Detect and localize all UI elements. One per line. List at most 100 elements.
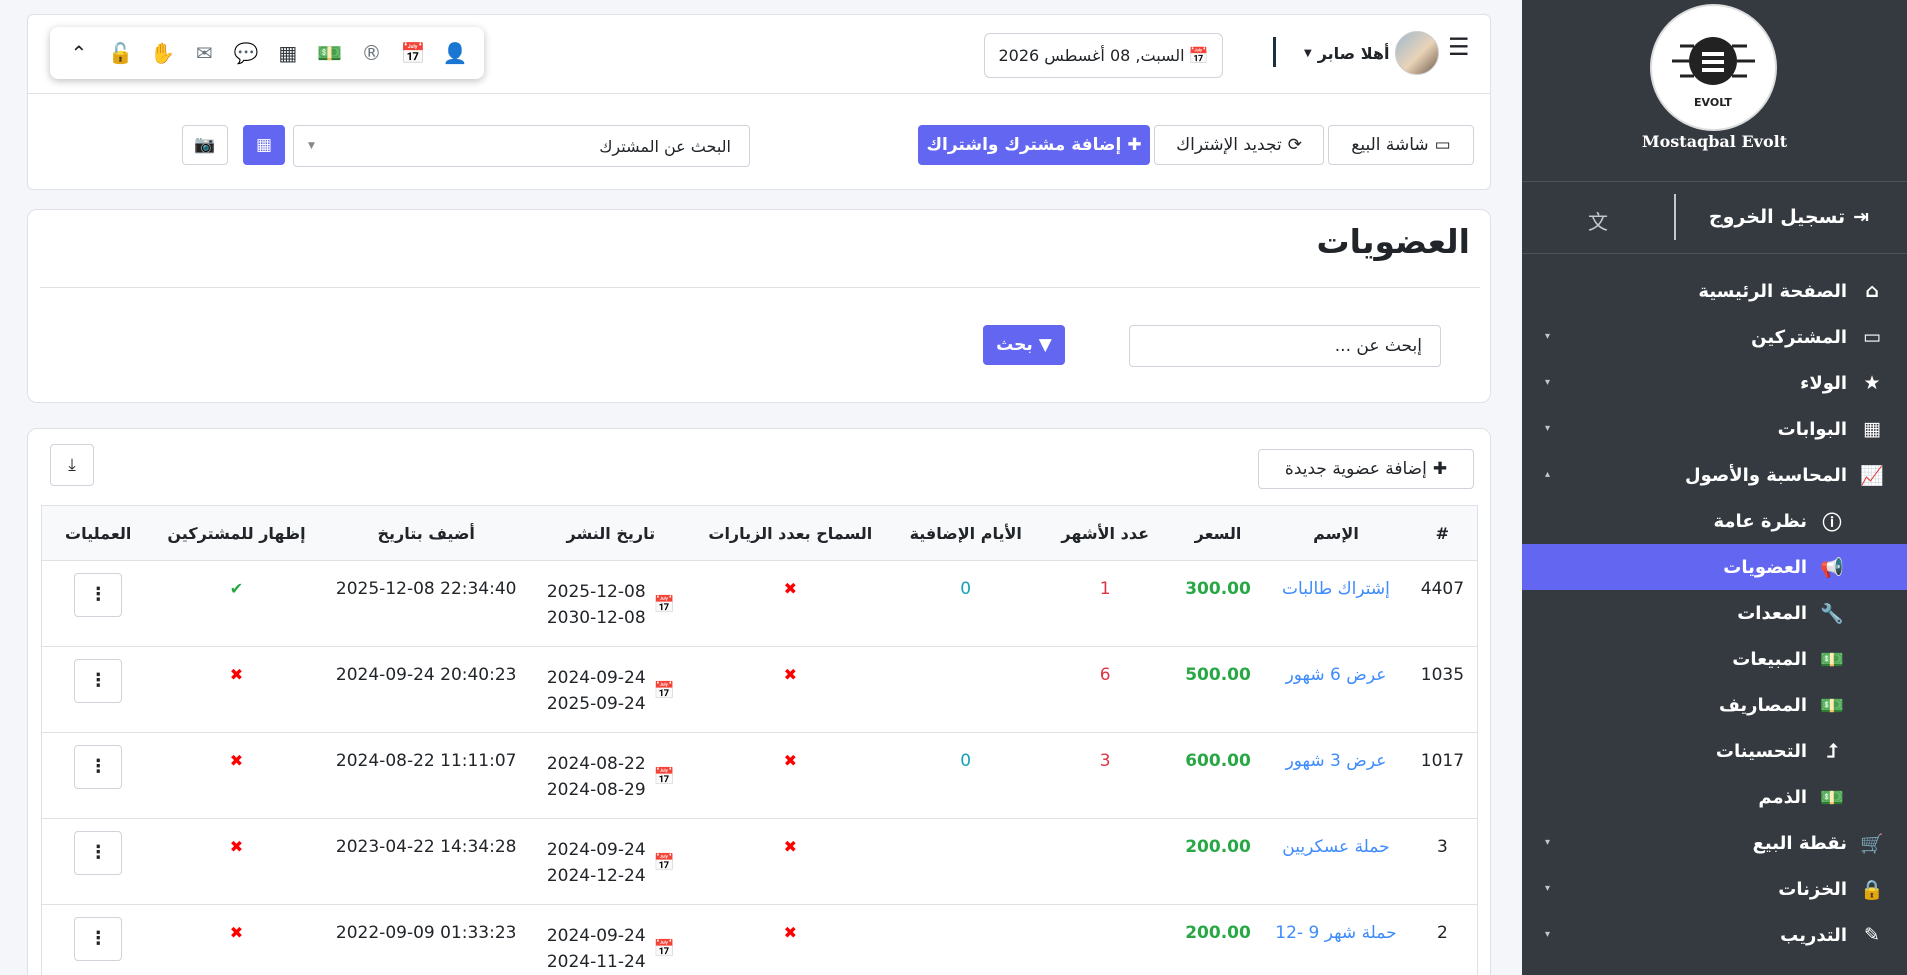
times-icon: ✖ xyxy=(229,923,244,942)
star-icon: ★ xyxy=(1863,372,1881,394)
sidebar-item[interactable]: ⓘ نظرة عامة xyxy=(1522,498,1907,544)
pos-screen-button[interactable]: ▭ شاشة البيع xyxy=(1328,125,1474,165)
sidebar-nav: ⌂ الصفحة الرئيسية ▭ المشتركين ▾ ★ الولاء ▾ ▦ البو… xyxy=(1522,268,1907,958)
membership-name-link[interactable]: عرض 6 شهور xyxy=(1286,665,1387,685)
sidebar-item-label: الذمم xyxy=(1758,786,1807,808)
cell-extra-days: 0 xyxy=(892,560,1039,647)
add-membership-button[interactable]: ✚ إضافة عضوية جديدة xyxy=(1258,449,1474,489)
cell-show: ✔ xyxy=(154,560,319,647)
row-actions-button[interactable]: ⋮ xyxy=(74,745,123,789)
table-row: 1035 عرض 6 شهور 500.00 6 ✖ 📅 2024-09-24 2025-09… xyxy=(41,646,1478,733)
cell-added-at: 2024-08-22 11:11:07 xyxy=(318,732,534,819)
sidebar-item[interactable]: ⮥ التحسينات xyxy=(1522,728,1907,774)
publish-start: 2024-08-22 xyxy=(546,754,646,774)
chevron-up-icon[interactable]: ⌃ xyxy=(64,41,94,65)
camera-button[interactable]: 📷 xyxy=(182,125,228,165)
cell-visits: ✖ xyxy=(687,818,893,905)
brand-logo[interactable]: EVOLT xyxy=(1650,4,1777,131)
caret-icon: ▾ xyxy=(1545,883,1551,894)
cell-id: 1017 xyxy=(1407,732,1478,819)
search-button[interactable]: ▼ بحث xyxy=(983,325,1065,365)
qrcode-icon[interactable]: ▦ xyxy=(273,41,303,65)
qrcode-icon: ▦ xyxy=(255,135,273,155)
sidebar-item[interactable]: 💵 المصاريف xyxy=(1522,682,1907,728)
times-icon: ✖ xyxy=(783,579,798,598)
qr-scan-button[interactable]: ▦ xyxy=(243,125,285,165)
money-icon: 💵 xyxy=(1820,786,1844,809)
money-bill-icon[interactable]: 💵 xyxy=(315,41,345,65)
cell-price: 500.00 xyxy=(1171,646,1265,733)
sidebar-item-label: الخزنات xyxy=(1778,878,1847,900)
envelope-icon[interactable]: ✉ xyxy=(189,41,219,65)
sidebar-item[interactable]: 📈 المحاسبة والأصول ▴ xyxy=(1522,452,1907,498)
page-title: العضويات xyxy=(1316,222,1470,261)
sidebar-item[interactable]: 💵 الذمم xyxy=(1522,774,1907,820)
row-actions-button[interactable]: ⋮ xyxy=(74,831,123,875)
memberships-table: # الإسم السعر عدد الأشهر الأيام الإضافية… xyxy=(41,505,1478,975)
sidebar-item[interactable]: 🔧 المعدات xyxy=(1522,590,1907,636)
sidebar-item[interactable]: ★ الولاء ▾ xyxy=(1522,360,1907,406)
cell-visits: ✖ xyxy=(687,560,893,647)
sidebar-item-label: المصاريف xyxy=(1718,694,1807,716)
renew-subscription-button[interactable]: ⟳ تجديد الإشتراك xyxy=(1154,125,1324,165)
subscriber-search-placeholder: البحث عن المشترك xyxy=(599,136,731,156)
publish-end: 2024-11-24 xyxy=(546,952,646,972)
add-subscriber-button[interactable]: ✚ إضافة مشترك واشتراك xyxy=(918,125,1150,165)
memberships-card: ✚ إضافة عضوية جديدة ⤓ # الإسم السعر عدد … xyxy=(27,428,1491,975)
sidebar-item[interactable]: 📢 العضويات xyxy=(1522,544,1907,590)
user-plus-icon[interactable]: 👤 xyxy=(440,41,470,65)
hand-icon[interactable]: ✋ xyxy=(147,41,177,65)
cell-name: حملة شهر 9 -12 xyxy=(1264,904,1408,975)
sign-out-icon: ⇥ xyxy=(1853,206,1869,228)
membership-name-link[interactable]: حملة عسكريين xyxy=(1282,837,1389,857)
caret-icon: ▾ xyxy=(1545,929,1551,940)
calendar-icon[interactable]: 📅 xyxy=(398,41,428,65)
registered-icon[interactable]: ® xyxy=(356,41,386,65)
membership-name-link[interactable]: عرض 3 شهور xyxy=(1286,751,1387,771)
cell-ops: ⋮ xyxy=(41,560,155,647)
header-visits: السماح بعدد الزيارات xyxy=(687,505,893,561)
search-input[interactable] xyxy=(1129,325,1441,367)
cell-show: ✖ xyxy=(154,646,319,733)
logout-link[interactable]: ⇥ تسجيل الخروج xyxy=(1709,206,1869,228)
publish-end: 2024-08-29 xyxy=(546,780,646,800)
row-actions-button[interactable]: ⋮ xyxy=(74,917,123,961)
plus-icon: ✚ xyxy=(1127,135,1142,155)
publish-dates: 2024-09-24 2025-09-24 xyxy=(547,665,646,717)
sidebar-item-label: المبيعات xyxy=(1732,648,1807,670)
cell-show: ✖ xyxy=(154,904,319,975)
plus-icon: ✚ xyxy=(1432,459,1448,479)
sidebar-item[interactable]: ▭ المشتركين ▾ xyxy=(1522,314,1907,360)
unlock-icon[interactable]: 🔓 xyxy=(106,41,136,65)
sidebar-item[interactable]: ⌂ الصفحة الرئيسية xyxy=(1522,268,1907,314)
logout-separator xyxy=(1674,194,1676,240)
sidebar-item[interactable]: ✎ التدريب ▾ xyxy=(1522,912,1907,958)
membership-name-link[interactable]: إشتراك طالبات xyxy=(1282,579,1390,599)
sidebar-item[interactable]: 🔒 الخزنات ▾ xyxy=(1522,866,1907,912)
info-icon: ⓘ xyxy=(1822,511,1842,534)
publish-end: 2025-09-24 xyxy=(546,694,646,714)
cell-show: ✖ xyxy=(154,818,319,905)
cell-ops: ⋮ xyxy=(41,904,155,975)
money-icon: 💵 xyxy=(1820,648,1844,671)
row-actions-button[interactable]: ⋮ xyxy=(74,573,123,617)
cell-ops: ⋮ xyxy=(41,646,155,733)
header-name: الإسم xyxy=(1264,505,1408,561)
laptop-icon: ▭ xyxy=(1434,135,1451,155)
sidebar-item[interactable]: 💵 المبيعات xyxy=(1522,636,1907,682)
cell-price: 300.00 xyxy=(1171,560,1265,647)
subscriber-search-select[interactable]: البحث عن المشترك ▼ xyxy=(293,125,750,167)
menu-toggle-icon[interactable]: ☰ xyxy=(1448,33,1470,61)
comment-icon[interactable]: 💬 xyxy=(231,41,261,65)
language-icon[interactable]: 文 xyxy=(1588,206,1608,235)
table-row: 1017 عرض 3 شهور 600.00 3 0 ✖ 📅 2024-08-22 2024-0… xyxy=(41,732,1478,819)
row-actions-button[interactable]: ⋮ xyxy=(74,659,123,703)
sidebar-item[interactable]: 🛒 نقطة البيع ▾ xyxy=(1522,820,1907,866)
added-at: 2024-09-24 20:40:23 xyxy=(335,665,517,685)
download-button[interactable]: ⤓ xyxy=(50,444,94,486)
laptop-icon: ▭ xyxy=(1863,326,1881,348)
sidebar-item[interactable]: ▦ البوابات ▾ xyxy=(1522,406,1907,452)
caret-icon: ▾ xyxy=(1545,331,1551,342)
user-menu[interactable]: أهلا صابر ▼ xyxy=(1304,31,1440,75)
membership-name-link[interactable]: حملة شهر 9 -12 xyxy=(1275,923,1396,943)
